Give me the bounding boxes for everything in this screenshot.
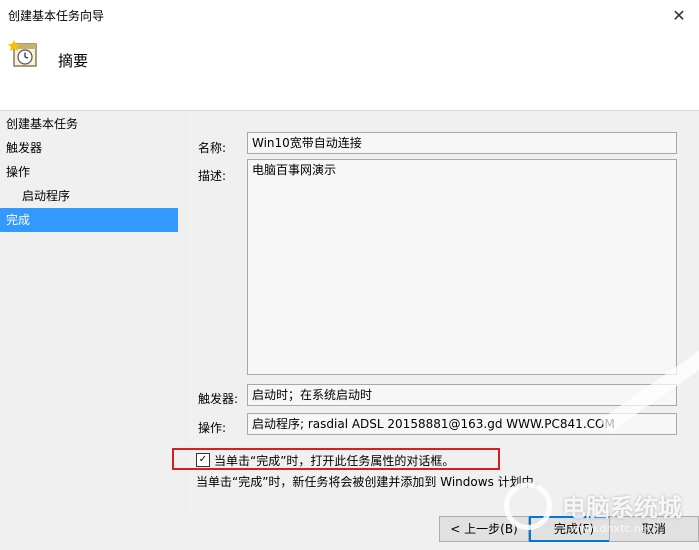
page-title: 摘要 (58, 52, 89, 70)
action-label: 操作: (198, 421, 227, 435)
step-trigger: 触发器 (6, 141, 43, 155)
finish-button[interactable]: 完成(F) (529, 516, 619, 542)
open-properties-checkbox[interactable]: ✓ (196, 453, 210, 467)
close-icon: ✕ (672, 5, 686, 25)
step-create-task: 创建基本任务 (6, 117, 79, 131)
open-properties-option[interactable]: ✓ 当单击“完成”时，打开此任务属性的对话框。 (172, 448, 500, 470)
step-finish: 完成 (0, 208, 178, 232)
trigger-field[interactable]: 启动时；在系统启动时 (247, 384, 677, 406)
name-field[interactable]: Win10宽带自动连接 (247, 132, 677, 154)
cancel-button[interactable]: 取消 (609, 516, 699, 542)
description-field[interactable]: 电脑百事网演示 (247, 159, 677, 375)
wizard-steps: 创建基本任务 触发器 操作 启动程序 完成 (0, 112, 180, 232)
close-button[interactable]: ✕ (659, 0, 699, 30)
open-properties-label: 当单击“完成”时，打开此任务属性的对话框。 (214, 454, 455, 468)
title-bar: 创建基本任务向导 ✕ (0, 0, 699, 30)
trigger-label: 触发器: (198, 392, 239, 406)
step-action: 操作 (6, 165, 31, 179)
step-start-program: 启动程序 (22, 189, 71, 203)
back-button[interactable]: < 上一步(B) (439, 516, 529, 542)
description-label: 描述: (198, 169, 227, 183)
calendar-clock-icon (8, 40, 37, 67)
name-label: 名称: (198, 141, 227, 155)
finish-note: 当单击“完成”时，新任务将会被创建并添加到 Windows 计划中。 (196, 475, 546, 489)
wizard-header: 摘要 (0, 30, 699, 111)
window-title: 创建基本任务向导 (8, 9, 105, 23)
